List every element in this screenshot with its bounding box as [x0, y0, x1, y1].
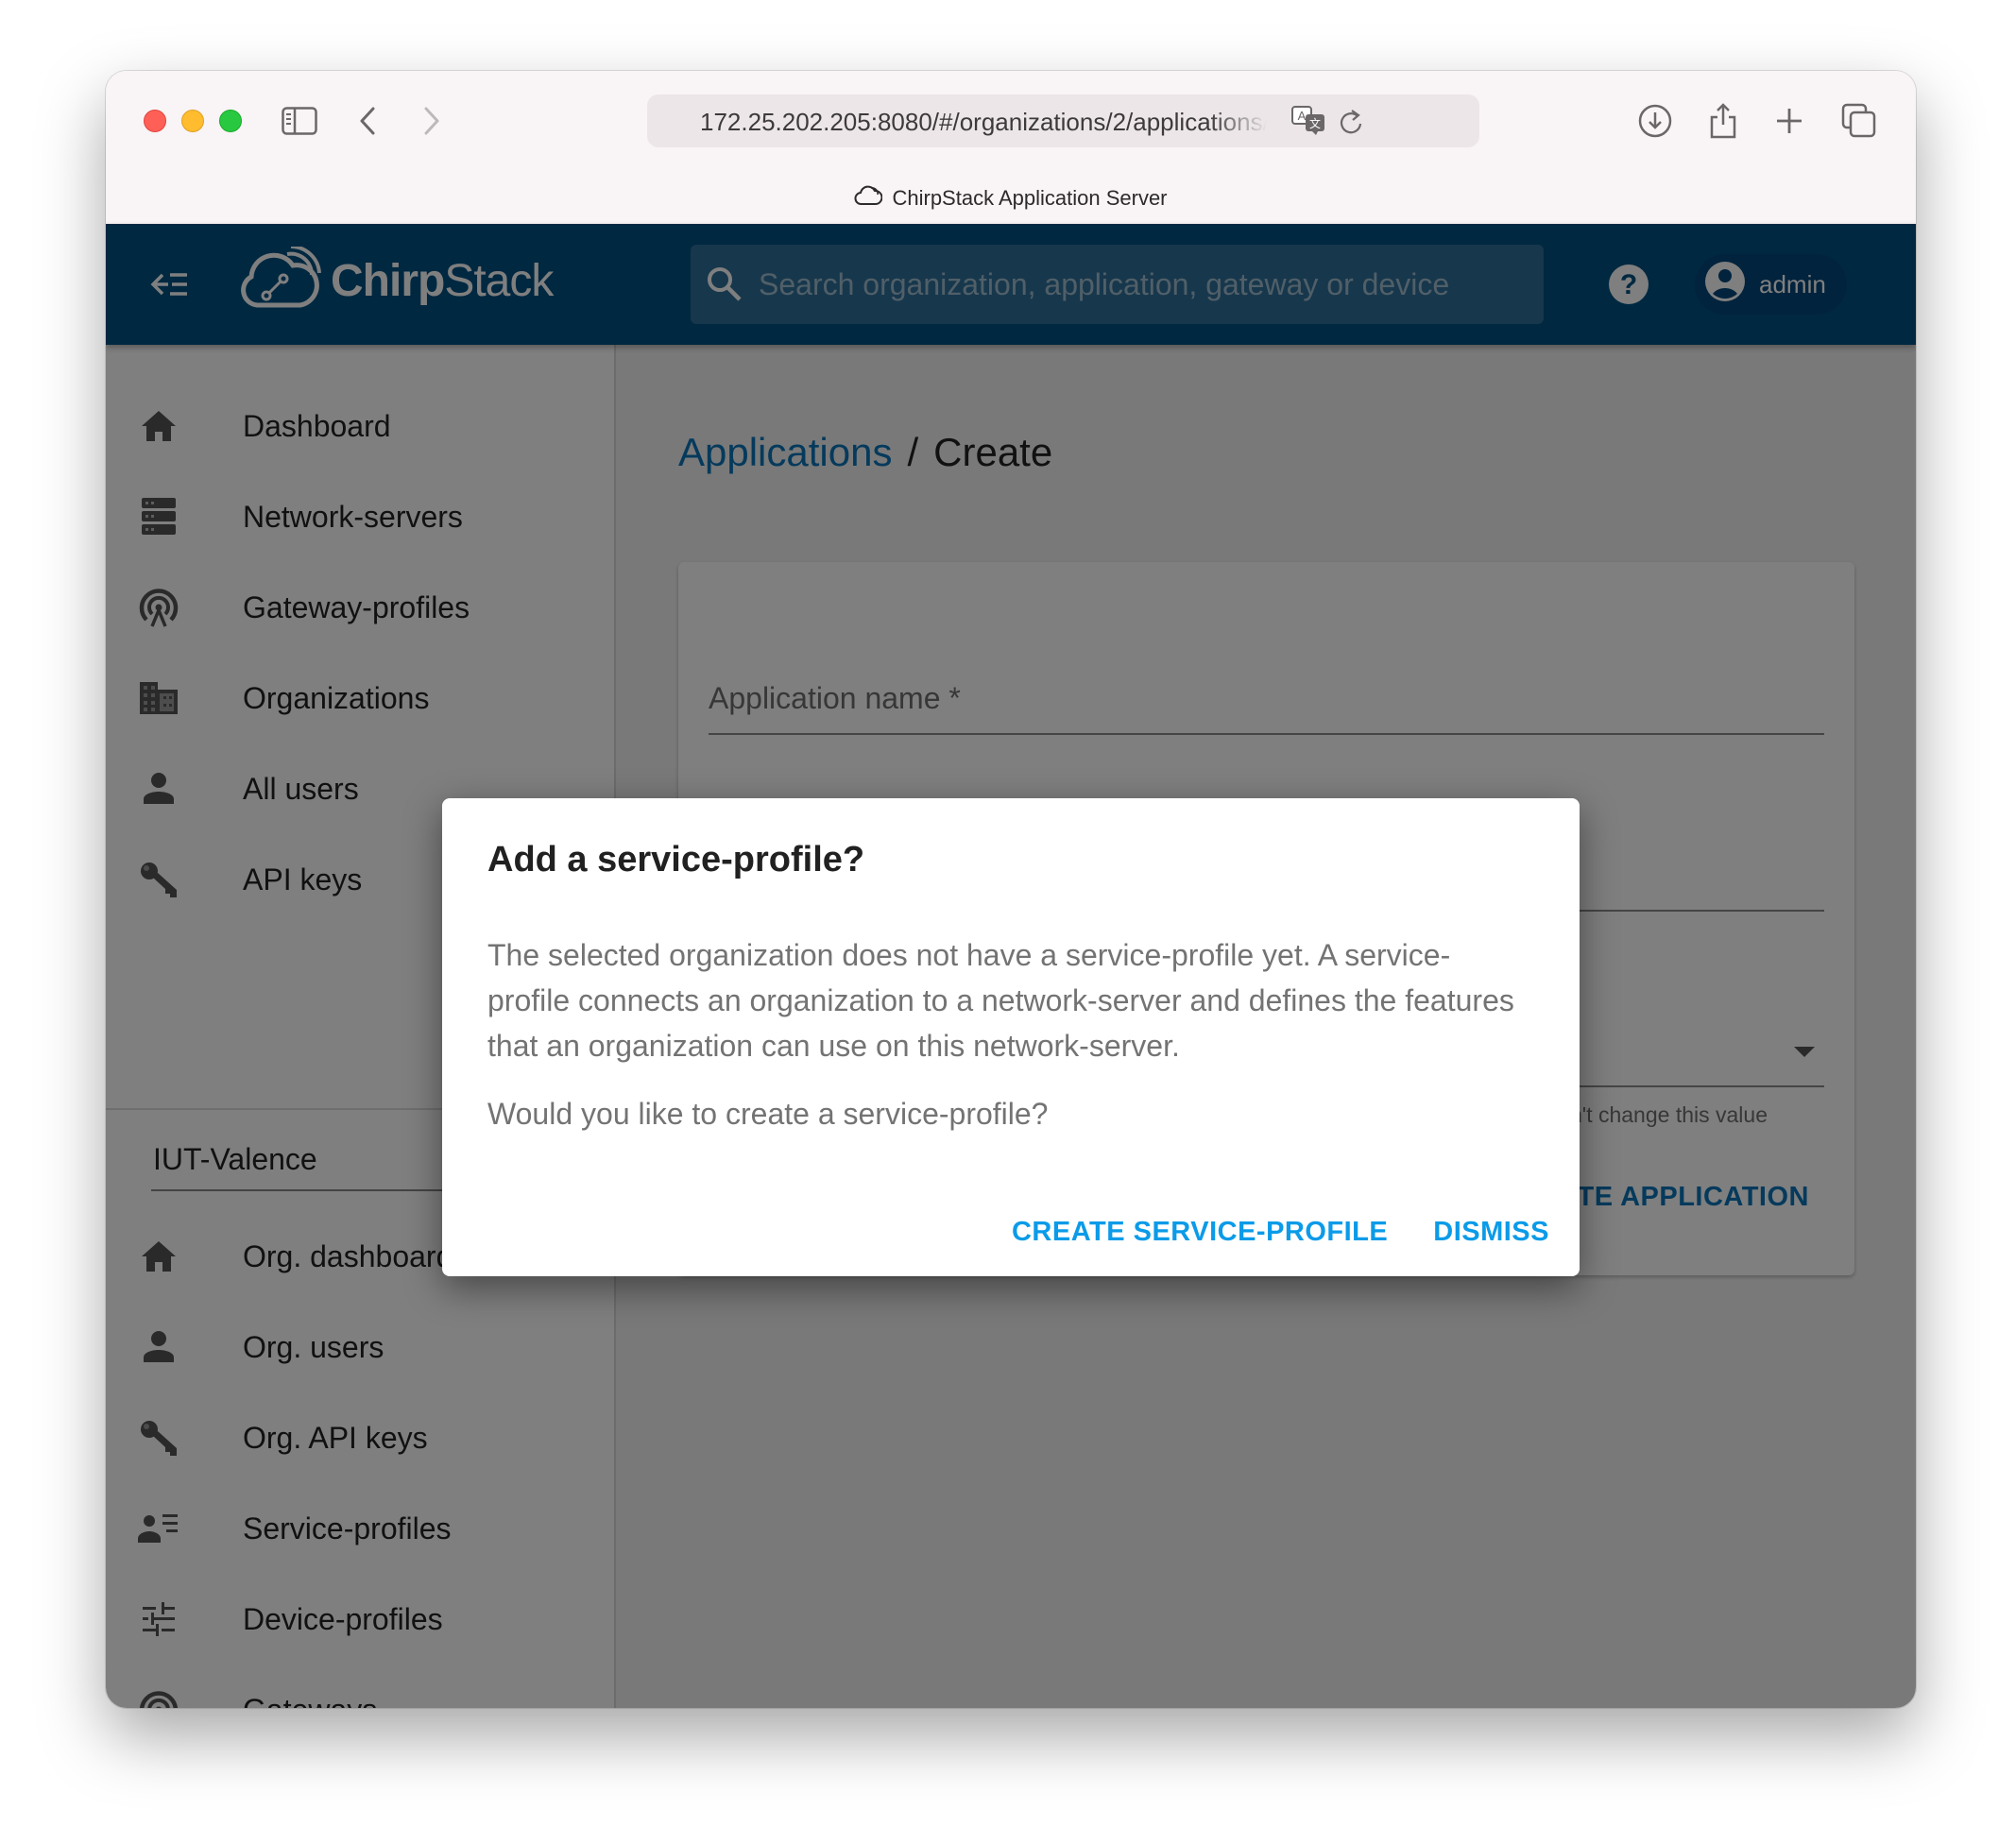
dialog-actions: CREATE SERVICE-PROFILE DISMISS: [1012, 1217, 1549, 1248]
address-bar[interactable]: 172.25.202.205:8080/#/organizations/2/ap…: [647, 94, 1479, 147]
dialog-question: Would you like to create a service-profi…: [487, 1097, 1049, 1131]
dismiss-button[interactable]: DISMISS: [1433, 1217, 1549, 1248]
close-window-button[interactable]: [144, 110, 166, 132]
create-service-profile-button[interactable]: CREATE SERVICE-PROFILE: [1012, 1217, 1388, 1248]
dialog-title: Add a service-profile?: [487, 840, 865, 879]
tab-title[interactable]: ChirpStack Application Server: [106, 184, 1916, 213]
dialog-description: The selected organization does not have …: [487, 938, 1514, 1063]
svg-text:A: A: [1298, 109, 1307, 123]
downloads-icon[interactable]: [1633, 99, 1677, 143]
cloud-favicon-icon: [854, 184, 883, 213]
url-text[interactable]: 172.25.202.205:8080/#/organizations/2/ap…: [700, 108, 1267, 137]
app-content: ChirpStack ? admin Dashboard: [106, 224, 1916, 1708]
minimize-window-button[interactable]: [181, 110, 204, 132]
maximize-window-button[interactable]: [219, 110, 242, 132]
translate-icon[interactable]: A文: [1291, 106, 1327, 141]
add-service-profile-dialog: Add a service-profile? The selected orga…: [442, 798, 1580, 1276]
tab-title-text: ChirpStack Application Server: [892, 186, 1168, 210]
new-tab-icon[interactable]: [1768, 99, 1811, 143]
browser-window: 172.25.202.205:8080/#/organizations/2/ap…: [106, 71, 1916, 1708]
sidebar-toggle-icon[interactable]: [278, 99, 321, 143]
browser-toolbar: 172.25.202.205:8080/#/organizations/2/ap…: [106, 71, 1916, 224]
dialog-body: The selected organization does not have …: [487, 932, 1527, 1136]
tab-overview-icon[interactable]: [1837, 99, 1881, 143]
svg-text:文: 文: [1309, 116, 1321, 130]
forward-icon[interactable]: [410, 99, 453, 143]
back-icon[interactable]: [346, 99, 389, 143]
share-icon[interactable]: [1701, 99, 1745, 143]
reload-icon[interactable]: [1339, 108, 1363, 141]
